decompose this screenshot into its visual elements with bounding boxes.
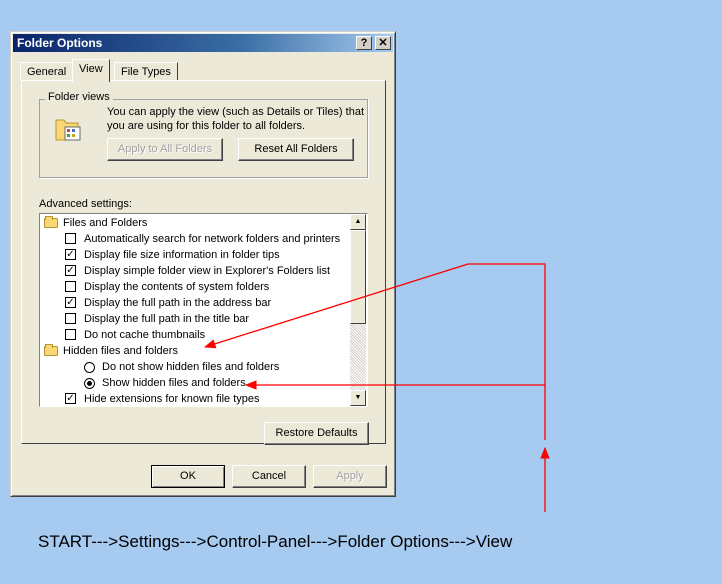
checkbox-unchecked[interactable] [65,313,76,324]
cancel-button[interactable]: Cancel [232,465,306,488]
apply-to-all-folders-button[interactable]: Apply to All Folders [107,138,223,161]
tab-view[interactable]: View [72,59,110,82]
list-item-label: Display the contents of system folders [84,281,270,293]
checkbox-checked[interactable]: ✓ [65,265,76,276]
folder-icon [44,216,58,228]
folder-options-dialog: Folder Options ? ✕ General View File Typ… [10,31,396,497]
checkbox-checked[interactable]: ✓ [65,297,76,308]
list-item-label: Display the full path in the title bar [84,313,250,325]
checkbox-checked[interactable]: ✓ [65,393,76,404]
folder-view-icon [53,114,83,144]
scroll-thumb[interactable] [350,230,366,324]
arrow-connector [468,263,546,440]
list-item-label: Display simple folder view in Explorer's… [84,265,331,277]
checkbox-unchecked[interactable] [65,329,76,340]
checkbox-unchecked[interactable] [65,233,76,244]
list-item-label: Show hidden files and folders [102,377,246,389]
folder-views-description: You can apply the view (such as Details … [107,106,365,132]
list-item-label: Automatically search for network folders… [84,233,341,245]
apply-button[interactable]: Apply [313,465,387,488]
window-title: Folder Options [17,36,103,50]
list-item-label: Do not show hidden files and folders [102,361,280,373]
advanced-settings-list[interactable]: Files and Folders Automatically search fo… [39,213,368,407]
navigation-path-caption: START--->Settings--->Control-Panel--->Fo… [38,532,513,551]
tab-file-types[interactable]: File Types [114,62,178,80]
checkbox-checked[interactable]: ✓ [65,249,76,260]
radio-selected[interactable] [84,378,95,389]
list-item-label: Display the full path in the address bar [84,297,272,309]
list-item-label: Display file size information in folder … [84,249,280,261]
tab-general[interactable]: General [20,62,74,80]
list-item-label: Do not cache thumbnails [84,329,206,341]
help-button[interactable]: ? [356,36,372,50]
list-scrollbar[interactable]: ▲ ▼ [350,214,366,406]
list-item-label: Files and Folders [63,217,148,229]
advanced-settings-label: Advanced settings: [39,198,132,210]
folder-icon [44,344,58,356]
checkbox-unchecked[interactable] [65,281,76,292]
close-button[interactable]: ✕ [375,36,391,50]
restore-defaults-button[interactable]: Restore Defaults [264,422,369,445]
title-bar[interactable]: Folder Options ? ✕ [13,34,393,52]
ok-button[interactable]: OK [151,465,225,488]
reset-all-folders-button[interactable]: Reset All Folders [238,138,354,161]
radio-unselected[interactable] [84,362,95,373]
list-item-label: Hide extensions for known file types [84,393,260,405]
scroll-down-icon[interactable]: ▼ [350,390,366,406]
list-item-label: Hidden files and folders [63,345,178,357]
folder-views-legend: Folder views [45,91,113,103]
scroll-up-icon[interactable]: ▲ [350,214,366,230]
